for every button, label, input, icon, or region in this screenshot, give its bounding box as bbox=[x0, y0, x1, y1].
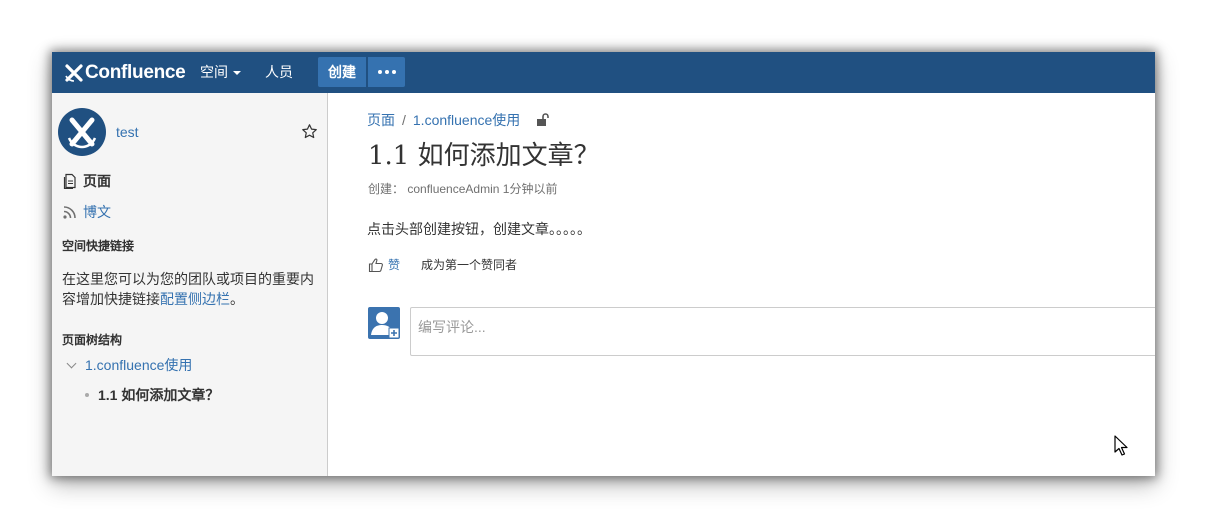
shortcuts-heading: 空间快捷链接 bbox=[62, 239, 135, 253]
tree-item-link[interactable]: 1.confluence使用 bbox=[85, 355, 192, 375]
like-section: 赞 成为第一个赞同者 bbox=[368, 256, 517, 273]
spaces-menu[interactable]: 空间 bbox=[200, 52, 241, 93]
breadcrumb-separator: / bbox=[402, 112, 406, 128]
comment-placeholder: 编写评论... bbox=[418, 319, 486, 335]
shortcuts-text-end: 。 bbox=[230, 291, 244, 307]
space-sidebar: test 页面 博文 空间快捷链接 在这里您可以为您的团队或项目的重要内容增加快… bbox=[52, 93, 328, 476]
create-button[interactable]: 创建 bbox=[318, 57, 366, 87]
author-link[interactable]: confluenceAdmin bbox=[407, 182, 499, 196]
logo-text: Confluence bbox=[85, 62, 186, 83]
breadcrumb: 页面 / 1.confluence使用 bbox=[367, 110, 550, 130]
rss-icon bbox=[63, 206, 76, 219]
space-avatar[interactable] bbox=[58, 108, 106, 156]
thumbs-up-icon[interactable] bbox=[368, 257, 384, 273]
unlock-icon[interactable] bbox=[536, 113, 550, 127]
page-title: 1.1 如何添加文章？ bbox=[368, 141, 600, 171]
confluence-logo-icon bbox=[65, 64, 83, 82]
bullet-icon bbox=[85, 393, 89, 397]
breadcrumb-pages-link[interactable]: 页面 bbox=[367, 110, 395, 130]
page-tree-heading: 页面树结构 bbox=[62, 333, 123, 347]
confluence-logo[interactable]: Confluence bbox=[64, 60, 186, 86]
spaces-menu-label: 空间 bbox=[200, 64, 228, 80]
confluence-window: Confluence 空间 人员 创建 test 页面 博文 空间快捷链接 在这… bbox=[52, 52, 1155, 476]
sidebar-item-pages[interactable]: 页面 bbox=[62, 172, 111, 190]
people-link-label: 人员 bbox=[265, 64, 293, 80]
breadcrumb-parent-link[interactable]: 1.confluence使用 bbox=[413, 110, 520, 130]
sidebar-item-label: 页面 bbox=[83, 173, 111, 189]
star-icon[interactable] bbox=[301, 123, 318, 140]
user-avatar-icon bbox=[368, 307, 400, 339]
top-navigation-bar: Confluence 空间 人员 创建 bbox=[52, 52, 1155, 93]
like-button[interactable]: 赞 bbox=[388, 256, 400, 273]
sidebar-item-blog[interactable]: 博文 bbox=[62, 203, 111, 221]
page-content: 页面 / 1.confluence使用 1.1 如何添加文章？ 创建： conf… bbox=[328, 93, 1155, 476]
tree-item-parent: 1.confluence使用 bbox=[66, 355, 192, 375]
configure-sidebar-link[interactable]: 配置侧边栏 bbox=[160, 291, 230, 307]
mouse-pointer-icon bbox=[1114, 435, 1128, 456]
tree-item-current-label[interactable]: 1.1 如何添加文章？ bbox=[98, 385, 219, 405]
chevron-down-icon[interactable] bbox=[66, 358, 77, 368]
page-body: 点击头部创建按钮，创建文章。。。。。 bbox=[367, 221, 591, 237]
space-name-link[interactable]: test bbox=[116, 124, 139, 140]
tree-item-current: 1.1 如何添加文章？ bbox=[85, 385, 219, 405]
shortcuts-help-text: 在这里您可以为您的团队或项目的重要内容增加快捷链接配置侧边栏。 bbox=[62, 269, 318, 309]
created-time: 1分钟以前 bbox=[502, 182, 558, 196]
people-link[interactable]: 人员 bbox=[265, 52, 293, 93]
page-metadata: 创建： confluenceAdmin 1分钟以前 bbox=[368, 180, 557, 197]
created-label: 创建： bbox=[368, 182, 405, 196]
chevron-down-icon bbox=[233, 71, 241, 75]
sidebar-item-label: 博文 bbox=[83, 204, 111, 220]
more-dots-icon[interactable] bbox=[368, 57, 405, 87]
like-note: 成为第一个赞同者 bbox=[421, 258, 518, 272]
pages-icon bbox=[63, 173, 76, 189]
comment-input[interactable]: 编写评论... bbox=[410, 307, 1155, 356]
